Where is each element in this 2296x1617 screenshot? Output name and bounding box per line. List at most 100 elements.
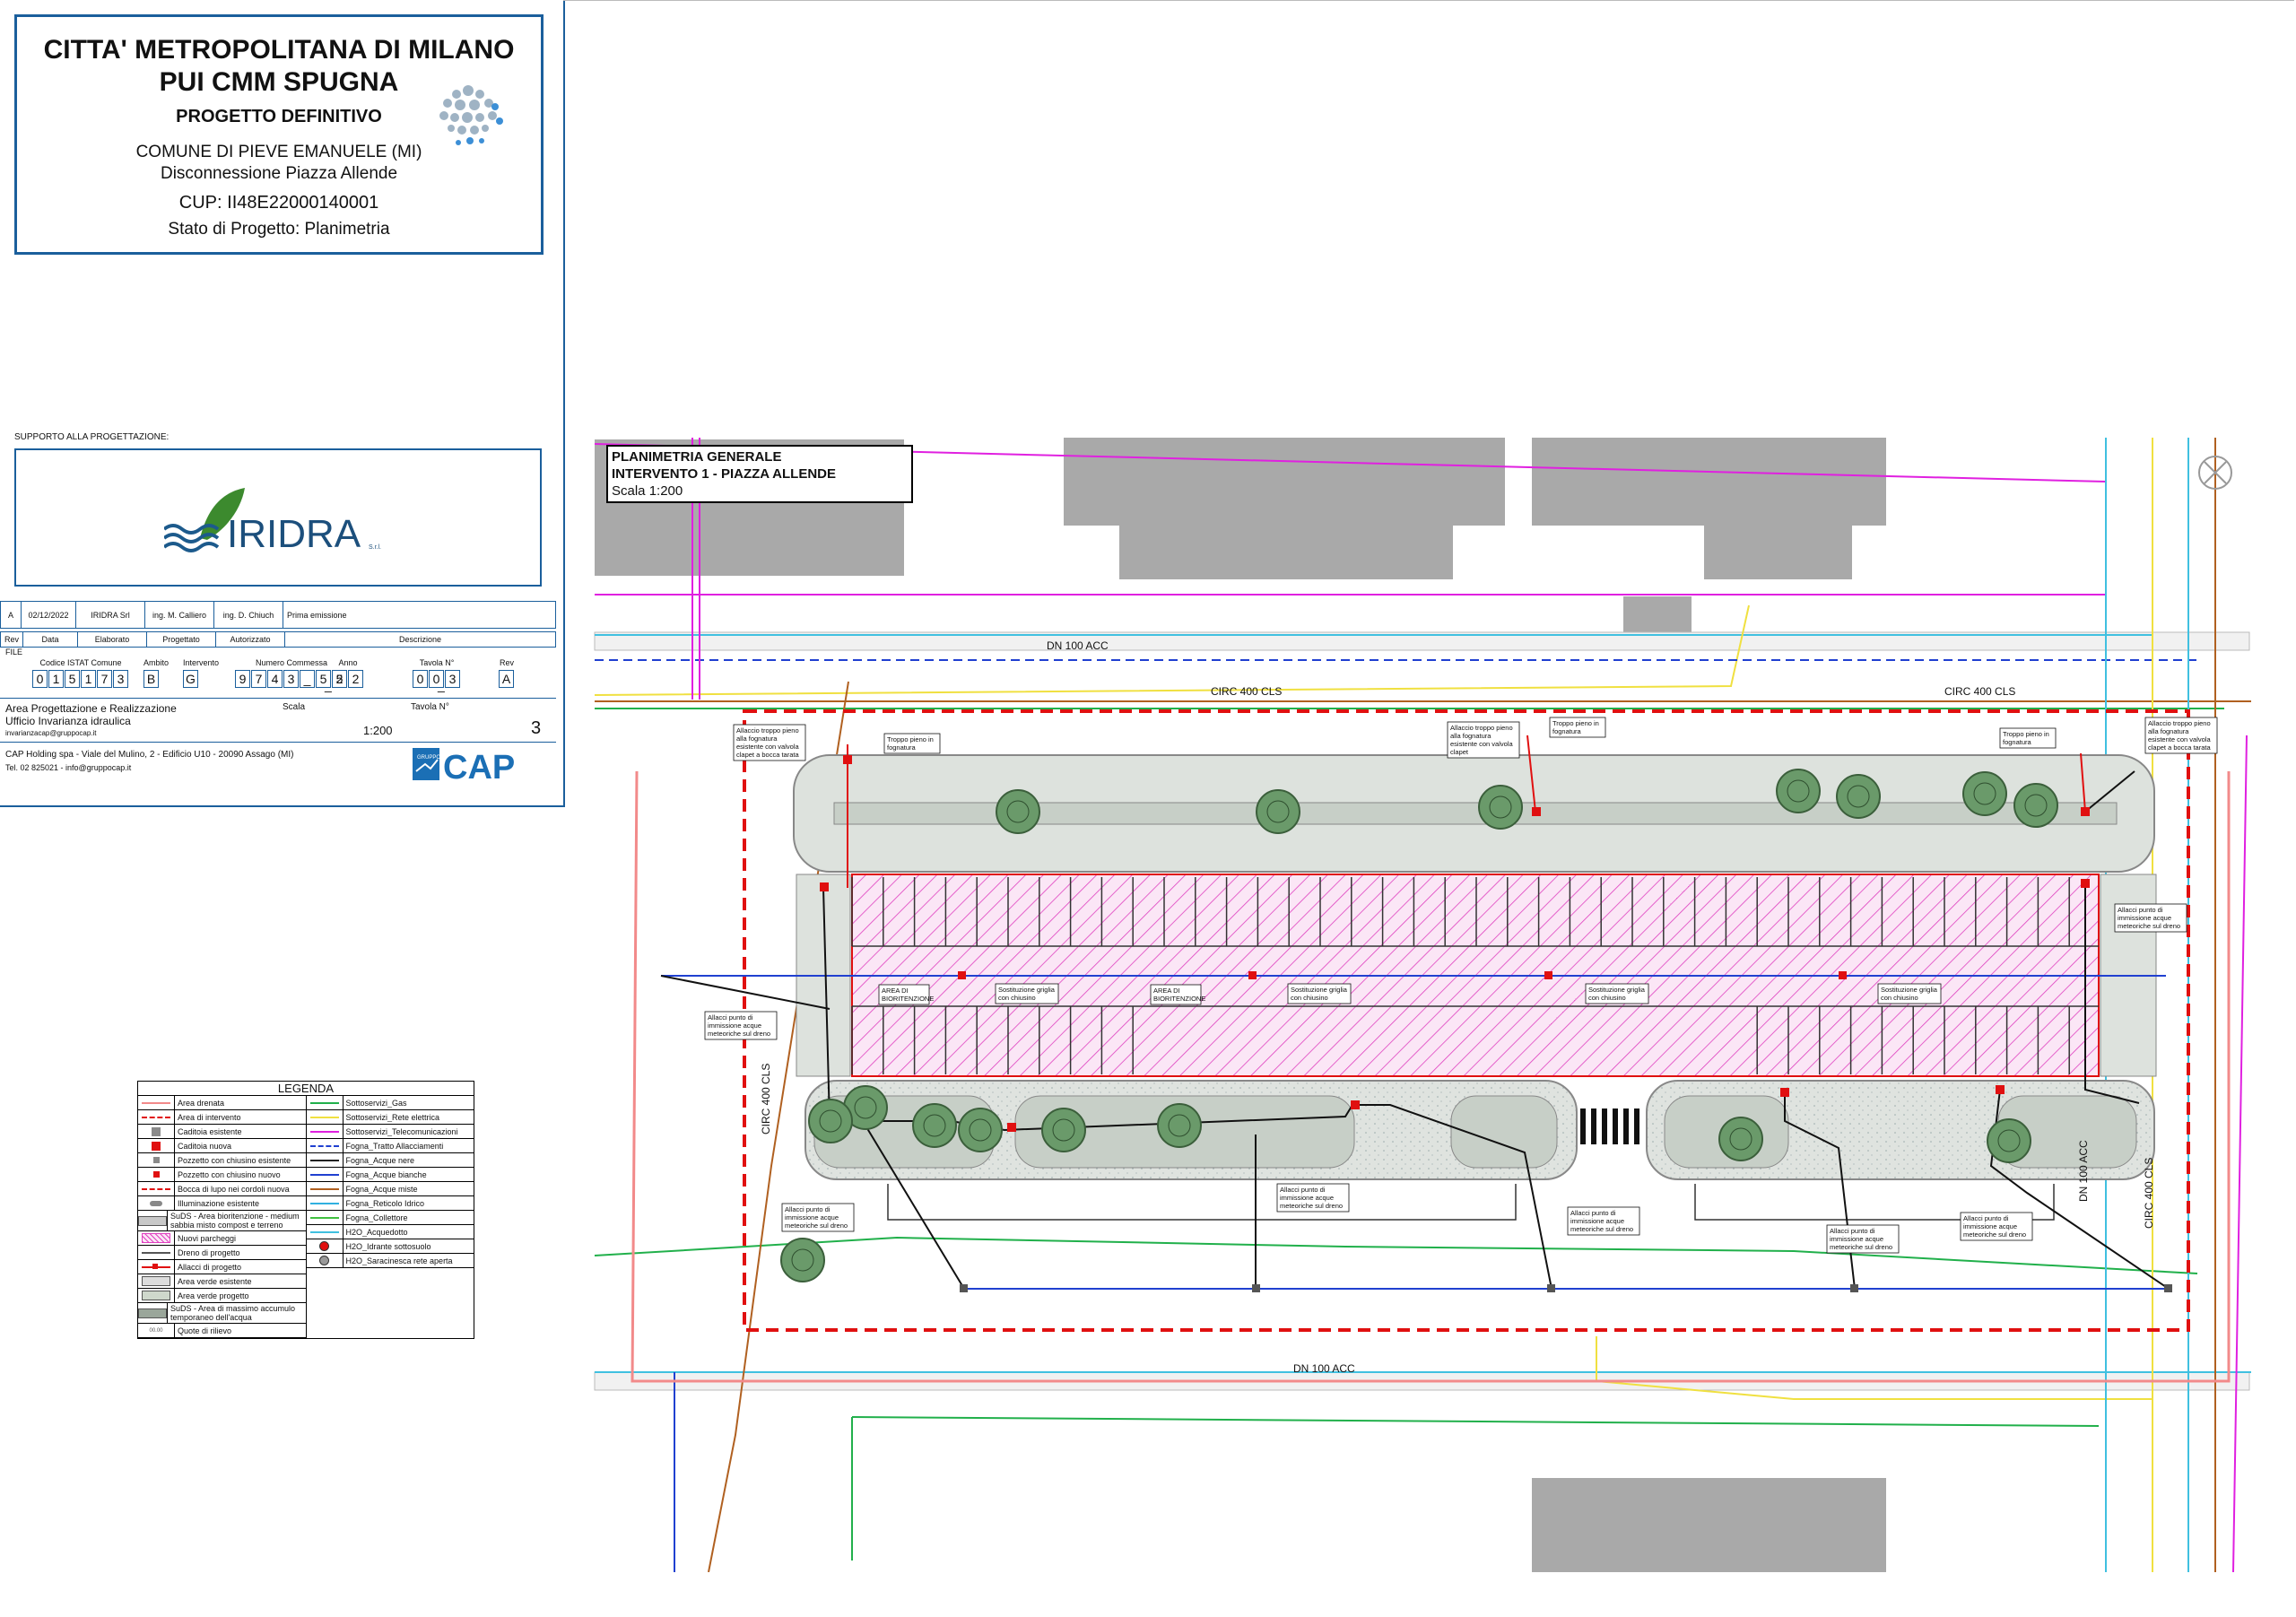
legend-label: Area verde progetto — [178, 1291, 249, 1300]
note-box: Allacci punto diimmissione acquemeteoric… — [1567, 1206, 1640, 1236]
tree-icon — [912, 1103, 957, 1148]
spugna-logo-icon — [439, 85, 503, 145]
note-line: Allacci punto di — [1570, 1209, 1616, 1217]
note-line: Allacci punto di — [708, 1013, 753, 1021]
note-line: con chiusino — [1588, 994, 1626, 1002]
legend-item: Fogna_Collettore — [306, 1211, 474, 1225]
tree-icon — [1987, 1118, 2031, 1163]
note-line: clapet — [1450, 748, 1469, 756]
legend-symbol-icon — [138, 1153, 175, 1167]
note-box: Allacci punto diimmissione acquemeteoric… — [1960, 1212, 2033, 1241]
circ-right-label: CIRC 400 CLS — [2143, 1158, 2155, 1229]
legend-symbol-icon — [307, 1211, 344, 1224]
legend-label: Pozzetto con chiusino nuovo — [178, 1169, 281, 1179]
note-line: fognatura — [2003, 738, 2032, 746]
tree-icon — [1041, 1108, 1086, 1152]
note-line: meteoriche sul dreno — [1830, 1243, 1892, 1251]
note-line: immissione acque — [1830, 1235, 1883, 1243]
legend-item: Pozzetto con chiusino nuovo — [138, 1168, 306, 1182]
note-line: Sostituzione griglia — [998, 986, 1056, 994]
subject-label: Disconnessione Piazza Allende — [160, 164, 398, 183]
file-code-field: Codice ISTAT Comune 0 1 5 1 7 3 — [32, 658, 129, 688]
note-line: meteoriche sul dreno — [1570, 1225, 1633, 1233]
note-line: alla fognatura — [736, 735, 778, 743]
legend-symbol-icon — [138, 1139, 175, 1152]
legend-label: Illuminazione esistente — [178, 1198, 260, 1208]
legend-item: Caditoia esistente — [138, 1125, 306, 1139]
note-line: immissione acque — [2118, 914, 2171, 922]
file-code-char: 1 — [48, 670, 64, 688]
legend-item: 00.00 Quote di rilievo — [138, 1324, 306, 1338]
legend-label: Fogna_Acque nere — [345, 1155, 415, 1165]
note-line: Troppo pieno in — [887, 735, 934, 743]
legend-item: H2O_Saracinesca rete aperta — [306, 1254, 474, 1268]
file-code-char: G — [183, 670, 198, 688]
file-code-separator: _ — [325, 678, 332, 692]
file-code-label: Tavola N° — [419, 658, 455, 667]
file-code-field: Intervento G — [183, 658, 219, 688]
plan-scale: Scala 1:200 — [612, 483, 683, 499]
dn-right-label: DN 100 ACC — [2077, 1140, 2090, 1202]
note-line: alla fognatura — [1450, 732, 1492, 740]
note-line: con chiusino — [1291, 994, 1328, 1002]
support-box: IRIDRA S.r.l. — [14, 448, 542, 587]
note-line: Allacci punto di — [1280, 1186, 1326, 1194]
note-line: esistente con valvola — [1450, 740, 1513, 748]
note-line: immissione acque — [708, 1021, 761, 1030]
circ-top-right-label: CIRC 400 CLS — [1944, 685, 2015, 698]
legend-symbol-icon — [138, 1303, 168, 1323]
file-code-separator: _ — [438, 678, 445, 692]
file-code-label: Codice ISTAT Comune — [39, 658, 122, 667]
legend-label: H2O_Saracinesca rete aperta — [345, 1256, 453, 1265]
tree-icon — [1776, 769, 1821, 813]
revision-headers: Rev Data Elaborato Progettato Autorizzat… — [0, 631, 556, 648]
tree-icon — [1157, 1103, 1202, 1148]
legend-label: Sottoservizi_Telecomunicazioni — [345, 1126, 458, 1136]
note-box: Troppo pieno infognatura — [883, 733, 941, 754]
site-plan: DN 100 ACC CIRC 400 CLS CIRC 400 CLS DN … — [594, 438, 2251, 1572]
legend-label: Quote di rilievo — [178, 1326, 232, 1335]
legend-label: Sottoservizi_Rete elettrica — [345, 1112, 440, 1122]
legend-item: Area verde progetto — [138, 1289, 306, 1303]
plan-subtitle: INTERVENTO 1 - PIAZZA ALLENDE — [612, 466, 837, 482]
note-line: Sostituzione griglia — [1588, 986, 1646, 994]
file-code-field: Tavola N° 0 0 3 — [413, 658, 461, 688]
legend-symbol-icon — [138, 1289, 175, 1302]
legend-symbol-icon — [307, 1182, 344, 1195]
file-code-char: 7 — [251, 670, 266, 688]
legend-label: Fogna_Reticolo Idrico — [345, 1198, 425, 1208]
tree-icon — [1478, 785, 1523, 830]
legend-item: Fogna_Acque miste — [306, 1182, 474, 1196]
note-box: Sostituzione grigliacon chiusino — [995, 983, 1059, 1004]
legend-label: Fogna_Collettore — [345, 1213, 408, 1222]
legend-item: Fogna_Reticolo Idrico — [306, 1196, 474, 1211]
note-box: Allacci punto diimmissione acquemeteoric… — [704, 1011, 778, 1040]
tree-icon — [1256, 789, 1300, 834]
file-code-char: 3 — [283, 670, 299, 688]
area-email: invarianzacap@gruppocap.it — [5, 729, 97, 737]
area-title: Area Progettazione e Realizzazione Uffic… — [5, 702, 177, 727]
note-line: BIORITENZIONE — [882, 995, 934, 1003]
title-frame: CITTA' METROPOLITANA DI MILANO PUI CMM S… — [14, 14, 544, 255]
area-box: Area Progettazione e Realizzazione Uffic… — [0, 698, 556, 743]
tree-icon — [996, 789, 1040, 834]
legend-label: Sottoservizi_Gas — [345, 1098, 407, 1108]
note-line: con chiusino — [998, 994, 1036, 1002]
legend-symbol-icon — [307, 1096, 344, 1109]
dn-top-label: DN 100 ACC — [1047, 639, 1109, 652]
legend-symbol-icon — [138, 1096, 175, 1109]
legend: LEGENDA Area drenata Area di intervento Ca… — [137, 1081, 474, 1339]
note-line: meteoriche sul dreno — [785, 1221, 848, 1230]
legend-symbol-icon — [307, 1254, 344, 1267]
legend-label: Fogna_Acque bianche — [345, 1169, 427, 1179]
file-code-field: Rev A — [499, 658, 515, 688]
legend-symbol-icon — [307, 1125, 344, 1138]
note-line: AREA DI — [882, 987, 909, 995]
note-line: Allacci punto di — [1830, 1227, 1875, 1235]
legend-symbol-icon — [307, 1225, 344, 1239]
note-line: clapet a bocca tarata — [2148, 743, 2211, 752]
file-code-char: 9 — [235, 670, 250, 688]
note-line: Troppo pieno in — [2003, 730, 2049, 738]
legend-item: Area di intervento — [138, 1110, 306, 1125]
legend-item: Illuminazione esistente — [138, 1196, 306, 1211]
